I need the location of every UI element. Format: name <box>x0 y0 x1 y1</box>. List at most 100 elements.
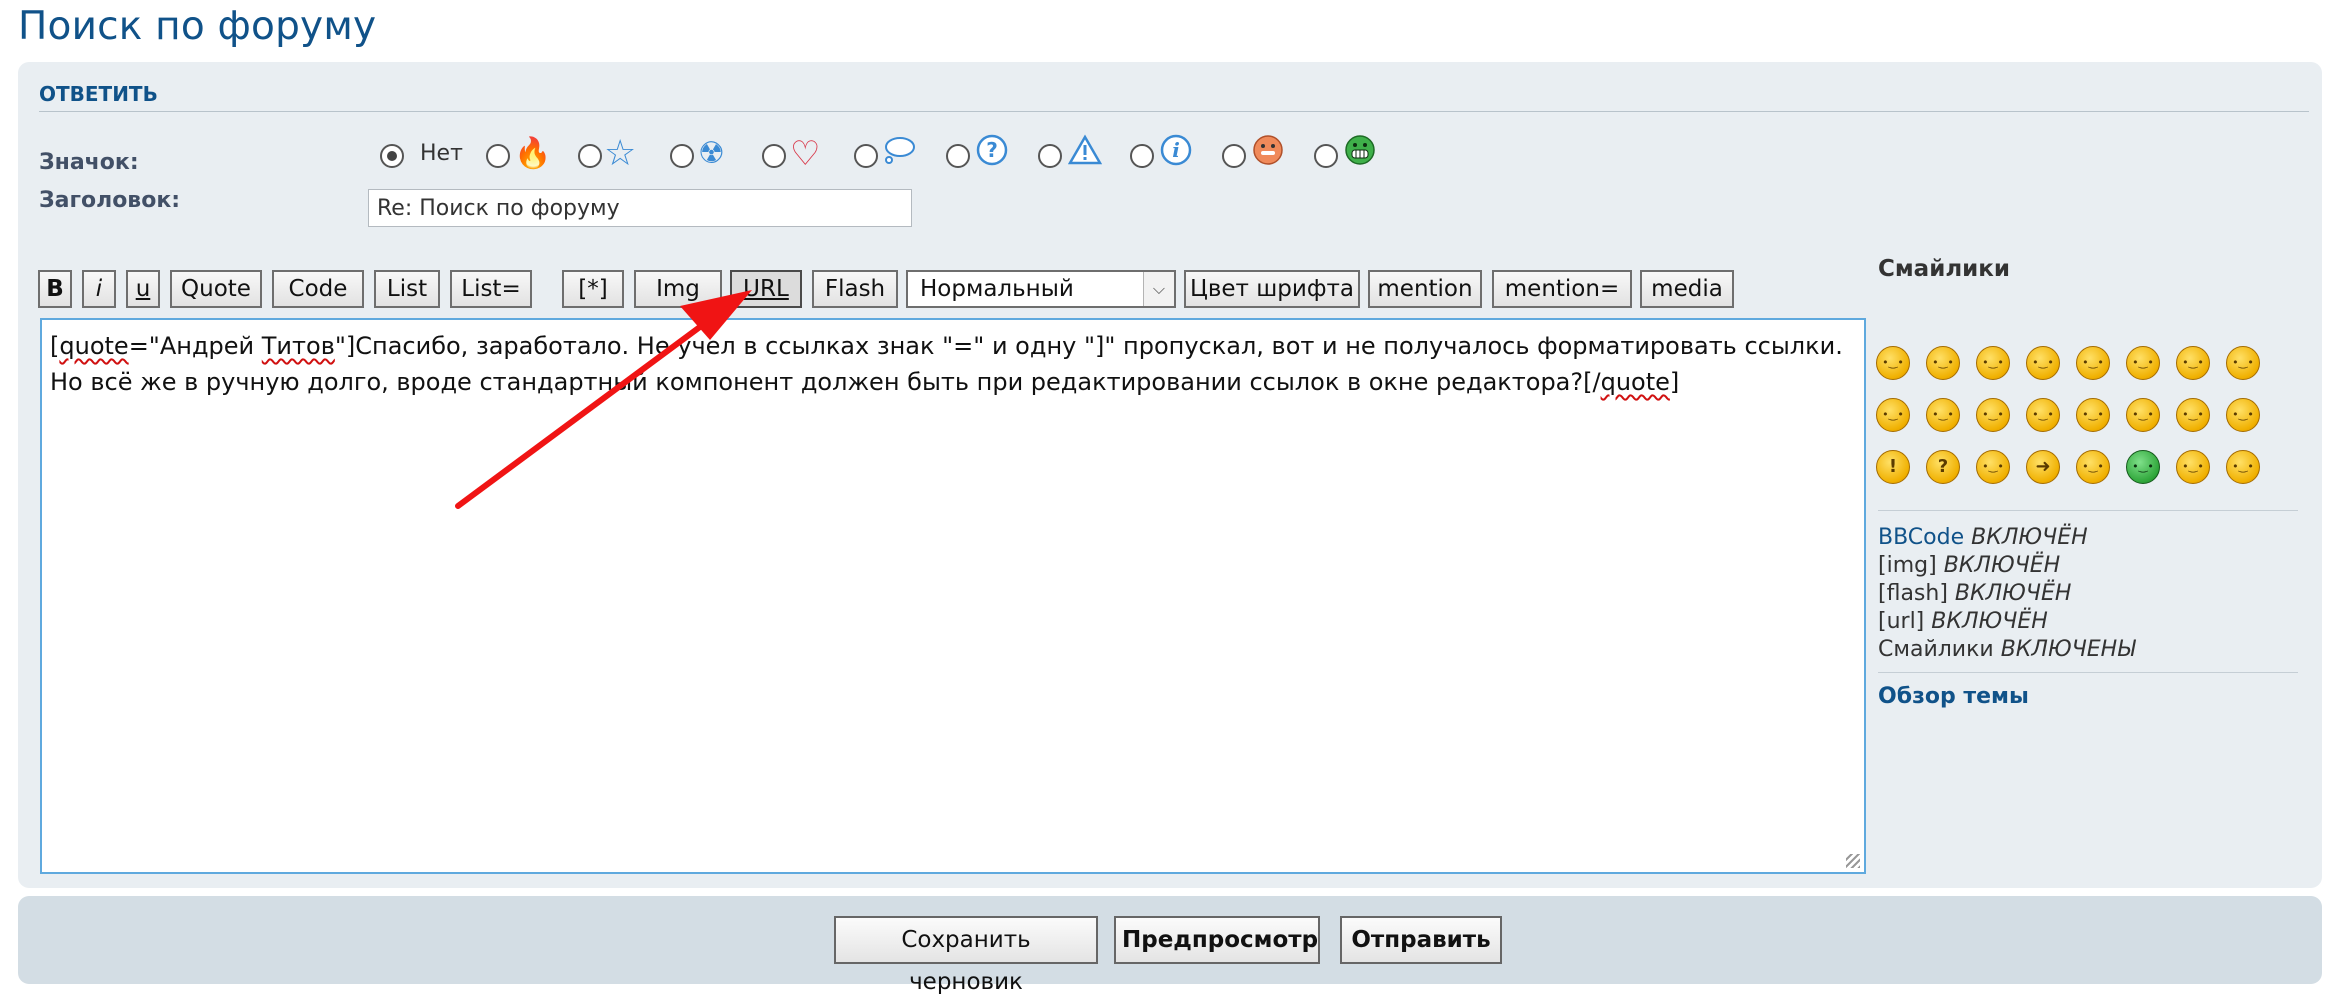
smiley-worried-icon[interactable]: •‿• <box>2076 450 2110 484</box>
editor-text: ] <box>1669 368 1680 396</box>
status-item-value: ВКЛЮЧЕНЫ <box>2000 637 2136 662</box>
smiley-laugh-icon[interactable]: •‿• <box>1876 346 1910 380</box>
icon-radio-star[interactable] <box>578 144 602 168</box>
bold-button[interactable]: B <box>38 270 72 308</box>
icon-radio-fire[interactable] <box>486 144 510 168</box>
radioactive-icon[interactable]: ☢ <box>698 134 725 174</box>
list-numbered-button[interactable]: List= <box>450 270 532 308</box>
smiley-mad-icon[interactable]: •‿• <box>1926 398 1960 432</box>
list-item-button[interactable]: [*] <box>562 270 624 308</box>
status-item: BBCode ВКЛЮЧЁН <box>1878 524 2088 552</box>
icon-radio-tongue[interactable] <box>1222 144 1246 168</box>
list-button[interactable]: List <box>374 270 440 308</box>
star-icon[interactable]: ☆ <box>604 134 636 174</box>
message-textarea[interactable]: [quote="Андрей Титов"]Спасибо, заработал… <box>40 318 1866 874</box>
question-icon[interactable]: ? <box>976 134 1008 177</box>
editor-text: [ <box>50 332 60 360</box>
fire-icon[interactable]: 🔥 <box>514 134 551 174</box>
smiley-green-icon[interactable]: •‿• <box>2126 450 2160 484</box>
icon-radio-grin[interactable] <box>1314 144 1338 168</box>
smiley-twisted-icon[interactable]: •‿• <box>2176 398 2210 432</box>
smiley-cry-icon[interactable]: •‿• <box>2026 398 2060 432</box>
status-item-name[interactable]: BBCode <box>1878 525 1964 550</box>
sidebar-divider <box>1878 510 2298 511</box>
flash-button[interactable]: Flash <box>812 270 898 308</box>
editor-text-misspelled: Титов <box>261 332 335 360</box>
editor-text-misspelled: quote <box>59 332 129 360</box>
media-button[interactable]: media <box>1640 270 1734 308</box>
status-item-name: [url] <box>1878 609 1925 634</box>
submit-button[interactable]: Отправить <box>1340 916 1502 964</box>
section-divider <box>39 111 2309 112</box>
status-item: Смайлики ВКЛЮЧЕНЫ <box>1878 636 2135 664</box>
italic-button[interactable]: i <box>82 270 116 308</box>
subject-input[interactable] <box>368 189 912 227</box>
status-item: [flash] ВКЛЮЧЁН <box>1878 580 2071 608</box>
status-item-value: ВКЛЮЧЁН <box>1971 525 2088 550</box>
smiley-idea-icon[interactable]: •‿• <box>1976 450 2010 484</box>
section-title: ОТВЕТИТЬ <box>39 82 158 106</box>
heart-icon[interactable]: ♡ <box>790 134 820 174</box>
icon-radio-radioactive[interactable] <box>670 144 694 168</box>
info-icon[interactable]: i <box>1160 134 1192 177</box>
smiley-sad-icon[interactable]: •‿• <box>2176 346 2210 380</box>
underline-button[interactable]: u <box>126 270 160 308</box>
icon-radio-question[interactable] <box>946 144 970 168</box>
status-item: [img] ВКЛЮЧЁН <box>1878 552 2060 580</box>
code-button[interactable]: Code <box>272 270 364 308</box>
speech-bubble-icon[interactable] <box>882 134 916 179</box>
smilies-title: Смайлики <box>1878 256 2011 282</box>
smiley-cool-icon[interactable]: •‿• <box>2226 346 2260 380</box>
font-color-button[interactable]: Цвет шрифта <box>1184 270 1360 308</box>
icon-option-none-label: Нет <box>420 141 463 166</box>
smiley-sick-icon[interactable]: •‿• <box>2226 450 2260 484</box>
warning-icon[interactable] <box>1067 134 1103 177</box>
icon-radio-speech[interactable] <box>854 144 878 168</box>
smiley-happy-icon[interactable]: •‿• <box>1976 398 2010 432</box>
url-button[interactable]: URL <box>730 270 802 308</box>
preview-button[interactable]: Предпросмотр <box>1114 916 1320 964</box>
icon-radio-none[interactable] <box>380 144 404 168</box>
smiley-wink-icon[interactable]: •‿• <box>1976 346 2010 380</box>
editor-text: ="Андрей <box>128 332 262 360</box>
status-item-name: [flash] <box>1878 581 1948 606</box>
smiley-tongue-icon[interactable]: •‿• <box>1876 398 1910 432</box>
icon-radio-info[interactable] <box>1130 144 1154 168</box>
smiley-geek-icon[interactable]: •‿• <box>2226 398 2260 432</box>
status-item: [url] ВКЛЮЧЁН <box>1878 608 2048 636</box>
smiley-nerd-icon[interactable]: •‿• <box>2176 450 2210 484</box>
icon-label: Значок: <box>39 150 139 175</box>
sidebar-divider <box>1878 672 2298 673</box>
smiley-confused-icon[interactable]: •‿• <box>2126 346 2160 380</box>
svg-text:?: ? <box>986 138 998 162</box>
img-button[interactable]: Img <box>634 270 722 308</box>
status-item-value: ВКЛЮЧЁН <box>1954 581 2072 606</box>
smiley-meh-icon[interactable]: •‿• <box>2076 398 2110 432</box>
editor-text-misspelled: quote <box>1600 368 1670 396</box>
grin-face-icon[interactable] <box>1344 134 1376 177</box>
font-size-select[interactable]: Нормальный ⌵ <box>906 270 1176 308</box>
mention-eq-button[interactable]: mention= <box>1492 270 1632 308</box>
smiley-arrow-icon[interactable]: ➜ <box>2026 450 2060 484</box>
font-size-select-value: Нормальный <box>920 276 1074 302</box>
save-draft-button[interactable]: Сохранить черновик <box>834 916 1098 995</box>
smiley-question-icon[interactable]: ? <box>1926 450 1960 484</box>
mention-button[interactable]: mention <box>1368 270 1482 308</box>
chevron-down-icon[interactable]: ⌵ <box>1143 272 1174 306</box>
tongue-face-icon[interactable] <box>1252 134 1284 177</box>
icon-radio-heart[interactable] <box>762 144 786 168</box>
svg-text:i: i <box>1172 138 1180 162</box>
icon-radio-warning[interactable] <box>1038 144 1062 168</box>
resize-grip-icon[interactable] <box>1846 854 1860 868</box>
smiley-cheeky-icon[interactable]: •‿• <box>1926 346 1960 380</box>
quote-button[interactable]: Quote <box>170 270 262 308</box>
subject-label: Заголовок: <box>39 188 181 213</box>
status-item-value: ВКЛЮЧЁН <box>1943 553 2061 578</box>
reply-panel: ОТВЕТИТЬ Значок: Заголовок: Нет 🔥 ☆ ☢ ♡ <box>18 62 2322 888</box>
smiley-neutral-icon[interactable]: •‿• <box>2026 346 2060 380</box>
status-item-name: Смайлики <box>1878 637 1994 662</box>
smiley-surprised-icon[interactable]: •‿• <box>2076 346 2110 380</box>
topic-review-link[interactable]: Обзор темы <box>1878 684 2029 709</box>
smiley-evil-icon[interactable]: •‿• <box>2126 398 2160 432</box>
smiley-exclaim-icon[interactable]: ! <box>1876 450 1910 484</box>
